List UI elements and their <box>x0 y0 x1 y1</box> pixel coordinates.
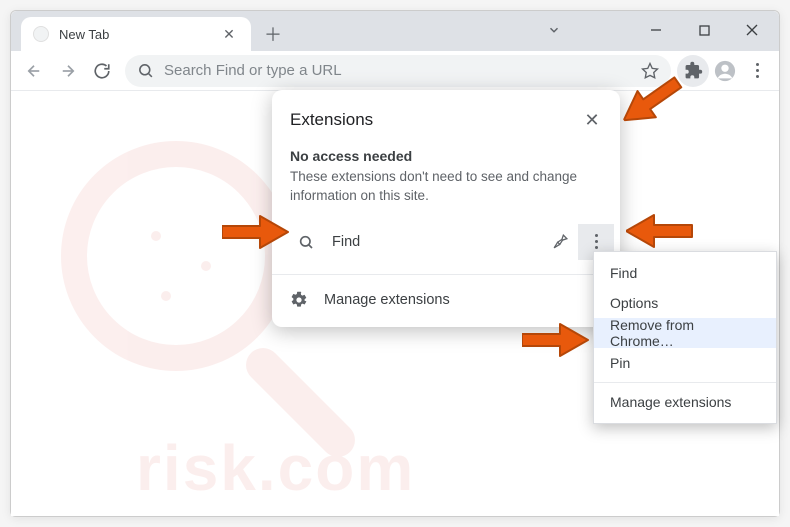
bookmark-star-icon[interactable] <box>641 62 659 80</box>
watermark-text: risk.com <box>136 431 415 505</box>
titlebar: New Tab ✕ ＋ <box>11 11 779 51</box>
back-button[interactable] <box>17 54 51 88</box>
ctx-remove-from-chrome[interactable]: Remove from Chrome… <box>594 318 776 348</box>
new-tab-button[interactable]: ＋ <box>259 20 287 48</box>
reload-button[interactable] <box>85 54 119 88</box>
gear-icon <box>290 291 308 309</box>
tab-close-icon[interactable]: ✕ <box>219 24 239 44</box>
extension-name: Find <box>332 234 542 250</box>
extensions-no-access-desc: These extensions don't need to see and c… <box>290 168 602 206</box>
forward-button[interactable] <box>51 54 85 88</box>
avatar-icon <box>714 60 736 82</box>
dots-vertical-icon <box>595 234 598 249</box>
manage-extensions-label: Manage extensions <box>324 292 450 308</box>
maximize-button[interactable] <box>681 15 727 45</box>
extensions-popup: Extensions ✕ No access needed These exte… <box>272 90 620 327</box>
window-controls <box>633 15 775 45</box>
arrow-right-icon <box>59 62 77 80</box>
extension-find-icon <box>296 232 316 252</box>
omnibox-placeholder: Search Find or type a URL <box>164 62 631 79</box>
tab-favicon <box>33 26 49 42</box>
omnibox[interactable]: Search Find or type a URL <box>125 55 671 87</box>
chevron-down-icon <box>547 23 561 37</box>
divider <box>594 382 776 383</box>
ctx-find[interactable]: Find <box>594 258 776 288</box>
extensions-popup-title: Extensions <box>290 110 578 130</box>
arrow-left-icon <box>25 62 43 80</box>
reload-icon <box>93 62 111 80</box>
ctx-pin[interactable]: Pin <box>594 348 776 378</box>
tab-search-button[interactable] <box>539 17 569 43</box>
ctx-manage-extensions[interactable]: Manage extensions <box>594 387 776 417</box>
pin-icon <box>552 233 569 250</box>
puzzle-icon <box>684 61 703 80</box>
profile-button[interactable] <box>709 55 741 87</box>
extensions-no-access-heading: No access needed <box>290 148 602 164</box>
browser-tab[interactable]: New Tab ✕ <box>21 17 251 51</box>
manage-extensions-row[interactable]: Manage extensions <box>272 279 620 321</box>
dots-vertical-icon <box>756 63 759 78</box>
search-icon <box>137 62 154 79</box>
extension-context-menu: Find Options Remove from Chrome… Pin Man… <box>593 251 777 424</box>
ctx-options[interactable]: Options <box>594 288 776 318</box>
extension-pin-button[interactable] <box>542 224 578 260</box>
minimize-button[interactable] <box>633 15 679 45</box>
extensions-toolbar-button[interactable] <box>677 55 709 87</box>
tab-title: New Tab <box>59 27 209 42</box>
close-window-button[interactable] <box>729 15 775 45</box>
extensions-popup-close[interactable]: ✕ <box>578 106 606 134</box>
extension-row[interactable]: Find <box>272 220 620 264</box>
toolbar: Search Find or type a URL <box>11 51 779 91</box>
chrome-menu-button[interactable] <box>741 55 773 87</box>
divider <box>272 274 620 275</box>
